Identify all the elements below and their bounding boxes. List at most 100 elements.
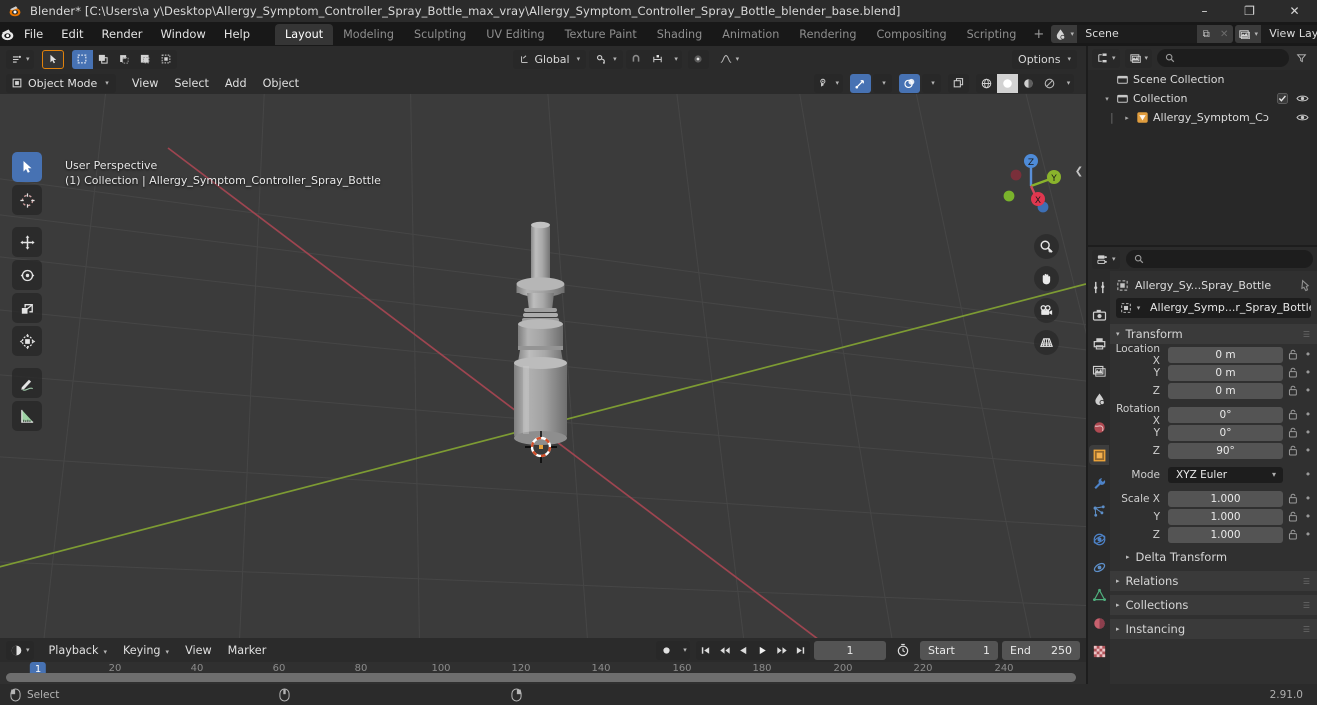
select-set-icon[interactable] [71,49,93,69]
animate-property-dot[interactable]: • [1303,444,1313,457]
sidebar-collapse-arrow-icon[interactable]: ❮ [1074,160,1084,182]
physics-icon[interactable] [1089,529,1109,549]
property-value-field[interactable]: 0° [1168,406,1283,423]
start-frame-field[interactable]: Start 1 [920,640,998,660]
select-subtract-icon[interactable] [114,50,135,69]
timeline-editor-type-selector[interactable]: ▾ [6,640,34,660]
tab-shading[interactable]: Shading [647,24,712,45]
particles-icon[interactable] [1089,501,1109,521]
collection-visibility-eye-icon[interactable] [1296,93,1309,104]
menu-edit[interactable]: Edit [52,25,92,44]
tab-sculpting[interactable]: Sculpting [404,24,476,45]
maximize-button[interactable]: ❐ [1227,0,1272,22]
tweak-tool-header-icon[interactable] [41,49,64,69]
tab-scripting[interactable]: Scripting [957,24,1027,45]
pan-hand-icon[interactable] [1034,266,1059,291]
animate-property-dot[interactable]: • [1303,384,1313,397]
navigation-gizmo[interactable]: Z Y X [994,149,1068,223]
rotate-tool[interactable] [12,260,42,290]
visibility-selector[interactable]: ▾ [814,73,843,93]
properties-editor-type-selector[interactable]: ▾ [1092,249,1120,269]
play-button[interactable] [753,641,772,660]
viewport-menu-view[interactable]: View [124,74,167,93]
outliner-editor[interactable]: ▾ ▾ Scene Collection ▾ Collection | ▸ Al… [1088,46,1317,245]
snapping-group[interactable]: ▾ [625,49,682,69]
auto-keying-group[interactable]: ▾ [656,640,690,660]
measure-tool[interactable] [12,401,42,431]
viewport-canvas[interactable]: User Perspective (1) Collection | Allerg… [0,94,1086,638]
property-value-field[interactable]: 0 m [1168,382,1283,399]
lock-icon[interactable] [1287,493,1299,504]
outliner-search-input[interactable] [1157,49,1289,67]
tab-uv-editing[interactable]: UV Editing [476,24,554,45]
jump-to-end-button[interactable] [791,641,810,660]
timeline-menu-marker[interactable]: Marker [220,641,275,660]
viewport-options-button[interactable]: Options ▾ [1012,49,1077,69]
animate-property-dot[interactable]: • [1303,426,1313,439]
tab-modeling[interactable]: Modeling [333,24,404,45]
show-overlays-toggle[interactable] [899,73,920,93]
lock-icon[interactable] [1287,427,1299,438]
object-name-text[interactable]: Allergy_Symp...r_Spray_Bottle [1144,298,1311,318]
property-value-field[interactable]: 0 m [1168,364,1283,381]
animate-property-dot[interactable]: • [1303,348,1313,361]
property-value-field[interactable]: 1.000 [1168,490,1283,507]
outliner-row-collection[interactable]: ▾ Collection [1088,89,1317,108]
object-disclosure-triangle-icon[interactable]: ▸ [1122,114,1132,122]
next-keyframe-button[interactable] [772,641,791,660]
previous-keyframe-button[interactable] [715,641,734,660]
property-value-field[interactable]: 1.000 [1168,526,1283,543]
select-mode-group[interactable] [71,49,177,69]
viewport-menu-add[interactable]: Add [217,74,255,93]
move-tool[interactable] [12,227,42,257]
rotation-mode-dropdown[interactable]: XYZ Euler [1168,466,1283,483]
timeline-scrollbar[interactable] [6,673,1076,682]
play-reverse-button[interactable] [734,641,753,660]
camera-icon[interactable] [1034,298,1059,323]
auto-keying-dropdown-arrow-icon[interactable]: ▾ [677,641,690,660]
use-preview-range-icon[interactable] [892,641,914,660]
instancing-panel-header[interactable]: ▸ Instancing ☰ [1110,619,1317,639]
collections-panel-header[interactable]: ▸ Collections ☰ [1110,595,1317,615]
lock-icon[interactable] [1287,409,1299,420]
tab-compositing[interactable]: Compositing [866,24,956,45]
record-keyframe-icon[interactable] [656,641,677,660]
minimize-button[interactable]: – [1182,0,1227,22]
xray-toggle[interactable] [948,73,969,93]
timeline-ruler[interactable]: 20 40 60 80 100 120 140 160 180 200 220 240 1 [0,662,1086,684]
viewport-menu-select[interactable]: Select [166,74,217,93]
texture-icon[interactable] [1089,641,1109,661]
menu-window[interactable]: Window [151,25,214,44]
material-preview-shading-icon[interactable] [1018,74,1039,93]
object-visibility-eye-icon[interactable] [1296,112,1309,123]
animate-property-dot[interactable]: • [1303,510,1313,523]
select-extend-icon[interactable] [93,50,114,69]
properties-search-input[interactable] [1125,250,1313,268]
proportional-edit-group[interactable] [687,49,709,69]
snap-pivot-selector[interactable]: ▾ [589,49,623,69]
zoom-icon[interactable] [1034,234,1059,259]
material-icon[interactable] [1089,613,1109,633]
collection-checkbox[interactable] [1277,93,1288,104]
outliner-row-scene-collection[interactable]: Scene Collection [1088,70,1317,89]
timeline-menu-view[interactable]: View [177,641,220,660]
modifiers-icon[interactable] [1089,473,1109,493]
tab-layout[interactable]: Layout [275,23,334,45]
unlink-scene-button[interactable]: ✕ [1215,25,1234,43]
tweak-select-tool[interactable] [12,152,42,182]
cursor-tool[interactable] [12,185,42,215]
menu-file[interactable]: File [15,25,52,44]
outliner-editor-type-selector[interactable]: ▾ [1092,48,1120,68]
transform-tool[interactable] [12,326,42,356]
menu-help[interactable]: Help [215,25,259,44]
world-icon[interactable] [1089,417,1109,437]
add-workspace-button[interactable]: + [1026,27,1051,42]
animate-property-dot[interactable]: • [1303,468,1313,481]
tool-icon[interactable] [1089,277,1109,297]
falloff-curve-icon[interactable]: ▾ [715,50,744,69]
view-layer-selector[interactable]: ▾ View Layer ⧉ ✕ [1235,25,1317,43]
lock-icon[interactable] [1287,529,1299,540]
rendered-shading-icon[interactable] [1039,74,1060,93]
ortho-grid-icon[interactable] [1034,330,1059,355]
lock-icon[interactable] [1287,385,1299,396]
